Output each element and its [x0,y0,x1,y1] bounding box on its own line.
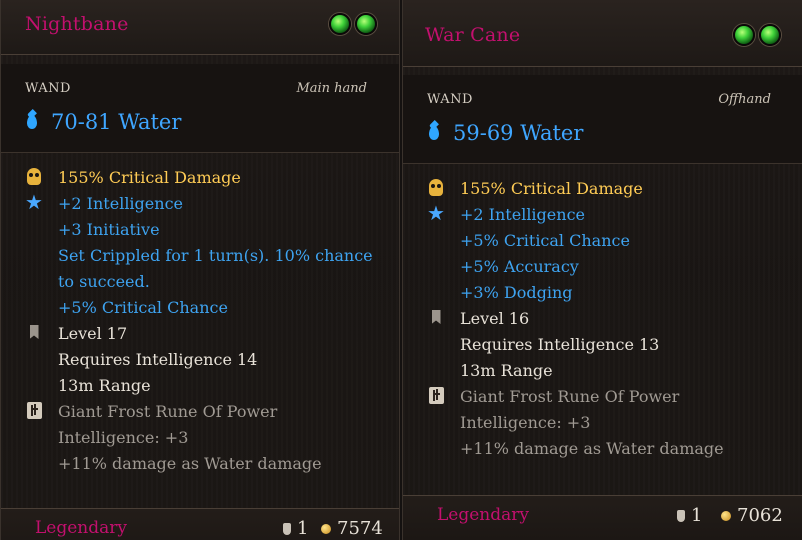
water-drop-icon [429,126,439,140]
property-line: ★ +2 Intelligence [23,191,389,217]
item-name: Nightbane [25,13,129,35]
item-footer: Legendary 1 7062 [403,495,802,540]
property-line: Giant Frost Rune Of Power [23,399,389,425]
property-line: +5% Accuracy [425,254,793,280]
item-footer: Legendary 1 7574 [1,508,399,540]
item-title-bar: Nightbane [1,0,399,55]
item-tooltip-nightbane: Nightbane WAND Main hand 70-81 Water 155… [0,0,400,540]
damage-row: 70-81 Water [27,110,181,134]
property-text: 13m Range [58,376,151,395]
damage-row: 59-69 Water [429,121,583,145]
property-text: Giant Frost Rune Of Power [460,387,680,406]
weapon-hand: Offhand [718,92,771,107]
property-text: +11% damage as Water damage [58,454,322,473]
star-icon: ★ [427,201,445,225]
skull-icon [23,165,45,187]
weapon-hand: Main hand [296,81,367,96]
item-properties: 155% Critical Damage ★ +2 Intelligence +3 I… [23,165,389,477]
weapon-header: WAND Main hand 70-81 Water [1,64,399,153]
property-line: Requires Intelligence 14 [23,347,389,373]
property-line: +3 Initiative [23,217,389,243]
property-text: Set Crippled for 1 turn(s). 10% chance [58,246,373,265]
property-text: Requires Intelligence 14 [58,350,258,369]
property-text: +3% Dodging [460,283,573,302]
rune-icon [425,384,447,406]
weapon-header: WAND Offhand 59-69 Water [403,75,802,164]
property-line: +11% damage as Water damage [425,436,793,462]
damage-value: 70-81 Water [51,110,182,134]
star-icon: ★ [25,190,43,214]
property-line: 13m Range [425,358,793,384]
property-line: Intelligence: +3 [23,425,389,451]
bookmark-icon [23,321,45,343]
property-text: +5% Critical Chance [460,231,630,250]
property-text: +5% Accuracy [460,257,579,276]
rarity-label: Legendary [437,505,529,525]
property-line: +5% Critical Chance [425,228,793,254]
property-line: Level 17 [23,321,389,347]
property-line: Intelligence: +3 [425,410,793,436]
property-line: Requires Intelligence 13 [425,332,793,358]
property-text: to succeed. [58,272,150,291]
property-text: Giant Frost Rune Of Power [58,402,278,421]
weight-value: 1 [297,518,309,539]
weapon-type: WAND [25,81,71,96]
property-line: Level 16 [425,306,793,332]
skull-icon [425,176,447,198]
property-text: 13m Range [460,361,553,380]
socket-gem-icon [733,24,755,46]
property-text: Intelligence: +3 [460,413,591,432]
rune-sockets [733,24,781,46]
property-line: ★ +2 Intelligence [425,202,793,228]
item-properties: 155% Critical Damage ★ +2 Intelligence +5% … [425,176,793,462]
weight-icon [677,509,685,522]
property-line: +3% Dodging [425,280,793,306]
socket-gem-icon [329,13,351,35]
socket-gem-icon [355,13,377,35]
price-value: 7062 [737,505,783,526]
rune-sockets [329,13,377,35]
rune-icon [23,399,45,421]
rarity-label: Legendary [35,518,127,538]
property-text: +2 Intelligence [460,205,585,224]
property-text: 155% Critical Damage [460,179,643,198]
property-line: +11% damage as Water damage [23,451,389,477]
weight-display: 1 [283,518,308,539]
property-line: 13m Range [23,373,389,399]
property-line: 155% Critical Damage [23,165,389,191]
property-text: +2 Intelligence [58,194,183,213]
weight-icon [283,522,291,535]
gold-coin-icon [321,523,331,534]
property-line: to succeed. [23,269,389,295]
property-text: Level 17 [58,324,128,343]
gold-coin-icon [721,510,731,521]
property-text: 155% Critical Damage [58,168,241,187]
weight-display: 1 [677,505,702,526]
price-display: 7062 [721,505,783,526]
property-line: 155% Critical Damage [425,176,793,202]
bookmark-icon [425,306,447,328]
weight-value: 1 [691,505,703,526]
property-text: Intelligence: +3 [58,428,189,447]
socket-gem-icon [759,24,781,46]
property-text: Level 16 [460,309,530,328]
property-text: +3 Initiative [58,220,160,239]
price-display: 7574 [321,518,383,539]
property-text: Requires Intelligence 13 [460,335,660,354]
property-text: +5% Critical Chance [58,298,228,317]
item-title-bar: War Cane [403,0,802,67]
property-line: Giant Frost Rune Of Power [425,384,793,410]
property-line: +5% Critical Chance [23,295,389,321]
water-drop-icon [27,115,37,129]
damage-value: 59-69 Water [453,121,584,145]
price-value: 7574 [337,518,383,539]
item-tooltip-war-cane: War Cane WAND Offhand 59-69 Water 155% C… [402,0,802,540]
item-name: War Cane [425,24,521,46]
weapon-type: WAND [427,92,473,107]
property-line: Set Crippled for 1 turn(s). 10% chance [23,243,389,269]
property-text: +11% damage as Water damage [460,439,724,458]
